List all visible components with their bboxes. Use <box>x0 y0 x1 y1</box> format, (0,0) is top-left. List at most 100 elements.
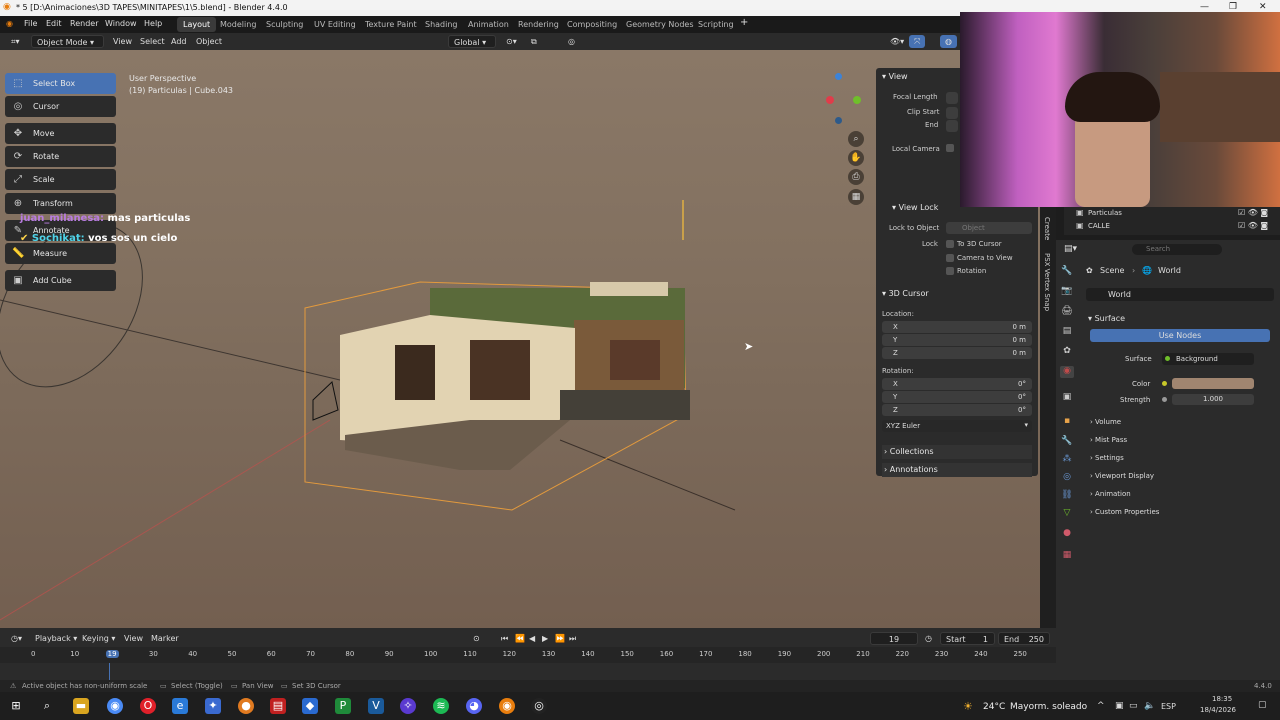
current-frame-field[interactable]: 19 <box>870 632 918 645</box>
pivot-icon[interactable]: ⊙▾ <box>501 35 522 48</box>
visibility-eye-icon[interactable]: ☑ 👁 ◙ <box>1238 221 1268 230</box>
cursor-location-x[interactable]: X 0 m <box>882 321 1032 333</box>
mist-pass-section-header[interactable]: › Mist Pass <box>1090 436 1127 444</box>
weather-temp[interactable]: 24°C <box>983 702 1005 712</box>
minimize-icon[interactable]: — <box>1200 2 1209 12</box>
use-nodes-button[interactable]: Use Nodes <box>1090 329 1270 342</box>
add-workspace-icon[interactable]: + <box>740 17 748 28</box>
tray-app-icon[interactable]: ▣ <box>1115 701 1124 711</box>
workspace-tab-shading[interactable]: Shading <box>419 17 464 32</box>
tray-arrow-icon[interactable]: ^ <box>1097 701 1105 711</box>
neg-z-axis-icon[interactable] <box>835 117 842 124</box>
visibility-eye-icon[interactable]: ☑ 👁 ◙ <box>1238 208 1268 217</box>
keying-menu[interactable]: Keying ▾ <box>77 632 120 645</box>
orientation-dropdown[interactable]: Global ▾ <box>448 35 496 48</box>
navigation-gizmo[interactable] <box>815 73 865 128</box>
discord-icon[interactable]: ◕ <box>466 698 482 714</box>
data-tab-icon[interactable]: ▽ <box>1060 508 1074 520</box>
vscode-icon[interactable]: V <box>368 698 384 714</box>
mode-dropdown[interactable]: Object Mode ▾ <box>31 35 104 48</box>
camera-view-icon[interactable]: ⎙ <box>848 169 864 185</box>
object-tab-icon[interactable]: ▪ <box>1060 416 1074 428</box>
breadcrumb-world[interactable]: World <box>1158 266 1181 275</box>
add-menu[interactable]: Add <box>166 35 192 48</box>
workspace-tab-compositing[interactable]: Compositing <box>561 17 623 32</box>
menu-help[interactable]: Help <box>144 19 162 28</box>
view-menu[interactable]: View <box>108 35 137 48</box>
app-icon[interactable]: ✧ <box>400 698 416 714</box>
select-menu[interactable]: Select <box>135 35 170 48</box>
tab-create[interactable]: Create <box>1043 217 1051 240</box>
lock-rotation-checkbox[interactable] <box>946 267 954 275</box>
end-frame-field[interactable]: End 250 <box>998 632 1050 645</box>
record-icon[interactable]: ⊙ <box>468 632 485 645</box>
local-camera-checkbox[interactable] <box>946 144 954 152</box>
clock-icon[interactable]: ◷ <box>920 632 937 645</box>
menu-edit[interactable]: Edit <box>46 19 62 28</box>
weather-desc[interactable]: Mayorm. soleado <box>1010 702 1087 712</box>
menu-file[interactable]: File <box>24 19 37 28</box>
settings-section-header[interactable]: › Settings <box>1090 454 1124 462</box>
constraints-tab-icon[interactable]: ⛓ <box>1060 490 1074 502</box>
tool-select-box[interactable]: ⬚ Select Box <box>5 73 116 94</box>
zoom-icon[interactable]: ⌕ <box>848 131 864 147</box>
workspace-tab-geometry-nodes[interactable]: Geometry Nodes <box>620 17 699 32</box>
proportional-edit-icon[interactable]: ◎ <box>563 35 580 48</box>
workspace-tab-sculpting[interactable]: Sculpting <box>260 17 309 32</box>
pan-hand-icon[interactable]: ✋ <box>848 150 864 166</box>
render-tab-icon[interactable]: 📷 <box>1060 286 1074 298</box>
z-axis-icon[interactable] <box>835 73 842 80</box>
workspace-tab-layout[interactable]: Layout <box>177 17 217 32</box>
lock-object-field[interactable]: Object <box>946 222 1032 234</box>
file-explorer-icon[interactable]: ▬ <box>73 698 89 714</box>
search-icon[interactable]: ⌕ <box>39 698 55 714</box>
workspace-tab-animation[interactable]: Animation <box>462 17 515 32</box>
editor-type-icon[interactable]: ▤▾ <box>1064 244 1077 254</box>
x-axis-icon[interactable] <box>826 96 834 104</box>
clip-start-field[interactable] <box>946 107 958 119</box>
blender-menu-icon[interactable]: ◉ <box>6 19 13 28</box>
obs-icon[interactable]: ◎ <box>531 698 547 714</box>
volume-section-header[interactable]: › Volume <box>1090 418 1121 426</box>
properties-search[interactable]: Search <box>1132 244 1222 255</box>
texture-tab-icon[interactable]: ▦ <box>1060 550 1074 562</box>
3d-cursor-section-header[interactable]: ▾ 3D Cursor <box>882 289 1044 298</box>
object-menu[interactable]: Object <box>191 35 227 48</box>
close-icon[interactable]: ✕ <box>1259 2 1267 12</box>
clip-end-field[interactable] <box>946 120 958 132</box>
app-icon[interactable]: ✦ <box>205 698 221 714</box>
to-3d-cursor-checkbox[interactable] <box>946 240 954 248</box>
scene-tab-icon[interactable]: ✿ <box>1060 346 1074 358</box>
tool-add-cube[interactable]: ▣ Add Cube <box>5 270 116 291</box>
viewport-display-section-header[interactable]: › Viewport Display <box>1090 472 1154 480</box>
cursor-rotation-x[interactable]: X 0° <box>882 378 1032 390</box>
tab-psx-vertex-snap[interactable]: PSX Vertex Snap <box>1043 253 1051 311</box>
surface-section-header[interactable]: ▾ Surface <box>1088 314 1125 323</box>
jump-end-icon[interactable]: ⏭ <box>564 632 581 645</box>
clock-time[interactable]: 18:35 <box>1212 695 1232 703</box>
view-menu[interactable]: View <box>119 632 148 645</box>
snap-icon[interactable]: ⧉ <box>526 35 542 48</box>
tool-measure[interactable]: 📏 Measure <box>5 243 116 264</box>
world-datablock[interactable]: World <box>1086 288 1274 301</box>
edge-icon[interactable]: e <box>172 698 188 714</box>
workspace-tab-modeling[interactable]: Modeling <box>214 17 262 32</box>
clock-date[interactable]: 18/4/2026 <box>1200 706 1236 714</box>
workspace-tab-scripting[interactable]: Scripting <box>692 17 740 32</box>
chrome-icon[interactable]: ◉ <box>107 698 123 714</box>
marker-menu[interactable]: Marker <box>146 632 184 645</box>
tool-rotate[interactable]: ⟳ Rotate <box>5 146 116 167</box>
ortho-grid-icon[interactable]: ▦ <box>848 189 864 205</box>
tool-tab-icon[interactable]: 🔧 <box>1060 266 1074 278</box>
collection-tab-icon[interactable]: ▣ <box>1060 392 1074 404</box>
app-icon[interactable]: ▤ <box>270 698 286 714</box>
modifier-tab-icon[interactable]: 🔧 <box>1060 436 1074 448</box>
menu-window[interactable]: Window <box>105 19 137 28</box>
maximize-icon[interactable]: ❐ <box>1229 2 1237 12</box>
overlay-toggle-icon[interactable]: ◍ <box>940 35 957 48</box>
pycharm-icon[interactable]: P <box>335 698 351 714</box>
workspace-tab-texture-paint[interactable]: Texture Paint <box>359 17 423 32</box>
camera-to-view-checkbox[interactable] <box>946 254 954 262</box>
cursor-location-y[interactable]: Y 0 m <box>882 334 1032 346</box>
focal-length-field[interactable] <box>946 92 958 104</box>
